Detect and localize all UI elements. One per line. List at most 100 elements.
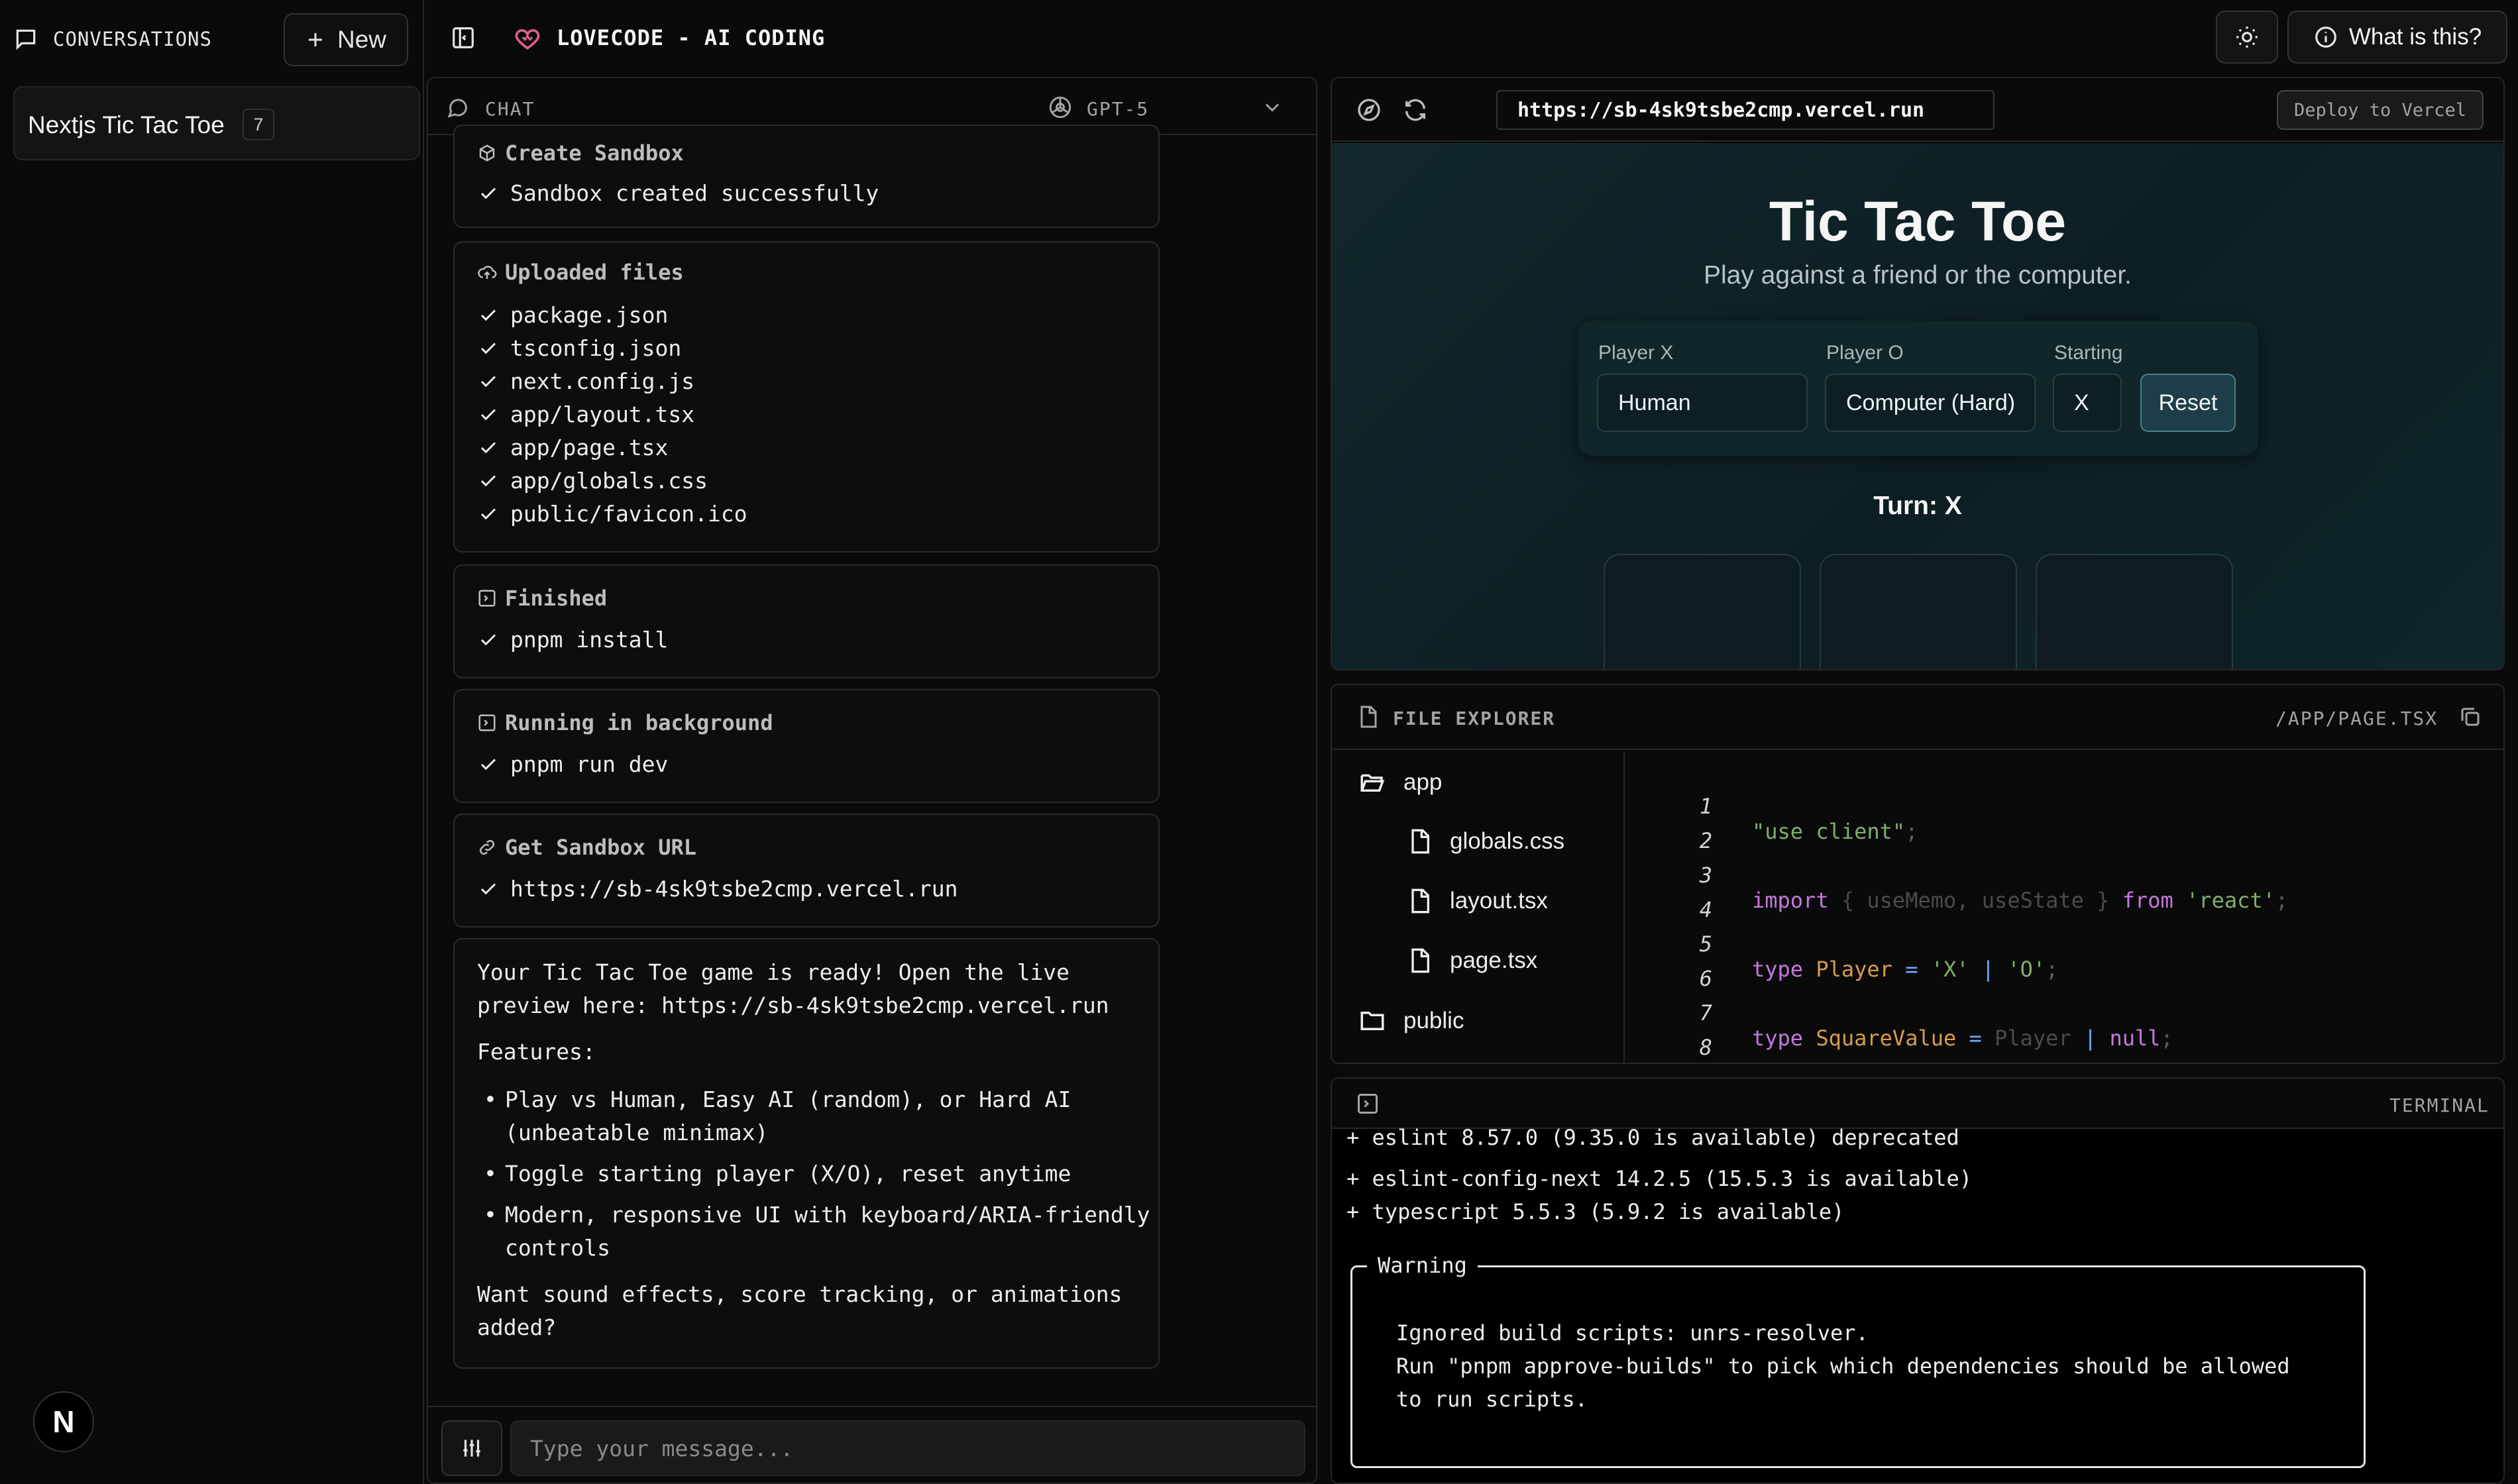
card-line: pnpm install bbox=[510, 627, 669, 653]
tree-file-page[interactable]: page.tsx bbox=[1406, 947, 1537, 974]
file-line: tsconfig.json bbox=[478, 335, 681, 361]
copy-icon[interactable] bbox=[2458, 705, 2482, 729]
tree-folder-app[interactable]: app bbox=[1358, 768, 1442, 796]
check-icon bbox=[478, 438, 498, 458]
board-cell[interactable] bbox=[1820, 554, 2017, 669]
compass-icon[interactable] bbox=[1356, 97, 1382, 123]
tree-item-label: layout.tsx bbox=[1450, 888, 1548, 914]
player-o-select[interactable]: Computer (Hard) bbox=[1825, 374, 2036, 432]
warning-box: Warning Ignored build scripts: unrs-reso… bbox=[1350, 1253, 2366, 1468]
check-icon bbox=[478, 879, 498, 899]
sliders-icon bbox=[459, 1436, 484, 1461]
file-icon bbox=[1406, 947, 1433, 974]
chat-header-label: CHAT bbox=[485, 98, 535, 120]
refresh-icon[interactable] bbox=[1402, 97, 1429, 123]
file-icon bbox=[1406, 888, 1433, 914]
starting-select[interactable]: X bbox=[2053, 374, 2122, 432]
chat-bubble-icon bbox=[13, 26, 38, 52]
player-x-select[interactable]: Human bbox=[1597, 374, 1808, 432]
new-conversation-button[interactable]: New bbox=[284, 13, 408, 66]
heart-logo-icon bbox=[513, 24, 542, 53]
bullet-line: Toggle starting player (X/O), reset anyt… bbox=[505, 1161, 1071, 1187]
model-name[interactable]: GPT-5 bbox=[1087, 98, 1149, 120]
bullet-line: controls bbox=[505, 1235, 610, 1261]
game-controls: Player X Human Player O Computer (Hard) … bbox=[1578, 321, 2258, 456]
terminal-line: + eslint-config-next 14.2.5 (15.5.3 is a… bbox=[1346, 1166, 1973, 1191]
preview-url-field[interactable]: https://sb-4sk9tsbe2cmp.vercel.run bbox=[1496, 90, 1995, 130]
nextjs-logo-button[interactable]: N bbox=[33, 1391, 94, 1452]
reset-button[interactable]: Reset bbox=[2140, 374, 2236, 432]
player-x-label: Player X bbox=[1598, 342, 1674, 364]
tree-folder-public[interactable]: public bbox=[1358, 1007, 1464, 1035]
board-cell[interactable] bbox=[1604, 554, 1801, 669]
bullet-line: Play vs Human, Easy AI (random), or Hard… bbox=[505, 1086, 1071, 1112]
warning-line: Run "pnpm approve-builds" to pick which … bbox=[1396, 1353, 2290, 1379]
sidebar: CONVERSATIONS New Nextjs Tic Tac Toe 7 N bbox=[0, 0, 424, 1484]
code-line: 4 bbox=[1626, 872, 2503, 922]
folder-icon bbox=[1358, 1007, 1386, 1035]
settings-button[interactable] bbox=[441, 1420, 502, 1476]
tree-file-layout[interactable]: layout.tsx bbox=[1406, 888, 1548, 914]
game-title: Tic Tac Toe bbox=[1769, 190, 2067, 252]
cloud-upload-icon bbox=[477, 262, 497, 282]
bullet-dot: • bbox=[484, 1202, 497, 1228]
warning-title: Warning bbox=[1367, 1253, 1478, 1278]
deploy-to-vercel-button[interactable]: Deploy to Vercel bbox=[2277, 90, 2484, 130]
current-file-path: /APP/PAGE.TSX bbox=[2275, 708, 2438, 729]
check-icon bbox=[478, 405, 498, 425]
file-icon bbox=[1406, 828, 1433, 855]
terminal-line: + eslint 8.57.0 (9.35.0 is available) de… bbox=[1346, 1125, 1959, 1150]
check-icon bbox=[478, 630, 498, 650]
code-line: 6 bbox=[1626, 941, 2503, 991]
sidebar-toggle-icon[interactable] bbox=[451, 25, 476, 50]
link-icon bbox=[477, 837, 497, 857]
chat-message-input[interactable] bbox=[510, 1420, 1305, 1476]
sidebar-header: CONVERSATIONS New bbox=[0, 0, 424, 77]
bullet-line: (unbeatable minimax) bbox=[505, 1120, 769, 1145]
tree-file-globals[interactable]: globals.css bbox=[1406, 828, 1564, 855]
file-explorer-panel: FILE EXPLORER /APP/PAGE.TSX app globals.… bbox=[1331, 684, 2505, 1064]
tree-item-label: page.tsx bbox=[1450, 947, 1538, 973]
message-line: added? bbox=[477, 1314, 557, 1340]
preview-panel: https://sb-4sk9tsbe2cmp.vercel.run Deplo… bbox=[1331, 77, 2505, 670]
card-title: Finished bbox=[505, 586, 608, 611]
warning-line: to run scripts. bbox=[1396, 1387, 1588, 1412]
sun-icon bbox=[2234, 25, 2260, 50]
tool-card-create-sandbox: Create Sandbox Sandbox created successfu… bbox=[453, 125, 1160, 228]
check-icon bbox=[478, 504, 498, 524]
card-title: Running in background bbox=[505, 710, 773, 735]
check-icon bbox=[478, 755, 498, 774]
chat-input-bar bbox=[428, 1406, 1316, 1483]
chevron-down-icon[interactable] bbox=[1260, 95, 1284, 119]
bullet-dot: • bbox=[484, 1086, 497, 1112]
board-cell[interactable] bbox=[2036, 554, 2233, 669]
code-line: 5 type Player = 'X' | 'O'; bbox=[1626, 906, 2503, 982]
chat-bubble-icon bbox=[445, 95, 469, 119]
file-tree: app globals.css layout.tsx page.tsx publ… bbox=[1332, 751, 1625, 1063]
conversation-item[interactable]: Nextjs Tic Tac Toe 7 bbox=[13, 86, 420, 160]
theme-toggle-button[interactable] bbox=[2216, 11, 2278, 64]
conversation-title: Nextjs Tic Tac Toe bbox=[28, 111, 225, 138]
folder-open-icon bbox=[1358, 768, 1386, 796]
what-is-this-label: What is this? bbox=[2348, 24, 2482, 50]
card-title: Get Sandbox URL bbox=[505, 835, 696, 860]
file-line: next.config.js bbox=[478, 368, 694, 394]
openai-icon bbox=[1046, 93, 1075, 122]
tool-card-uploaded-files: Uploaded files package.json tsconfig.jso… bbox=[453, 241, 1160, 553]
preview-viewport: Tic Tac Toe Play against a friend or the… bbox=[1332, 143, 2503, 669]
message-line: preview here: https://sb-4sk9tsbe2cmp.ve… bbox=[477, 992, 1109, 1018]
card-line: pnpm run dev bbox=[510, 751, 669, 777]
file-explorer-label: FILE EXPLORER bbox=[1393, 708, 1556, 729]
terminal-panel: TERMINAL + eslint 8.57.0 (9.35.0 is avai… bbox=[1331, 1077, 2505, 1484]
code-line: 7 type SquareValue = Player | null; bbox=[1626, 975, 2503, 1051]
features-label: Features: bbox=[477, 1039, 596, 1065]
terminal-square-icon bbox=[1356, 1092, 1380, 1116]
terminal-line: + typescript 5.5.3 (5.9.2 is available) bbox=[1346, 1199, 1845, 1224]
code-line: 8 bbox=[1626, 1010, 2503, 1060]
tool-card-sandbox-url: Get Sandbox URL https://sb-4sk9tsbe2cmp.… bbox=[453, 814, 1160, 928]
warning-line: Ignored build scripts: unrs-resolver. bbox=[1396, 1320, 1869, 1346]
game-subtitle: Play against a friend or the computer. bbox=[1703, 261, 2132, 290]
plus-icon bbox=[305, 30, 325, 50]
sandbox-url-link[interactable]: https://sb-4sk9tsbe2cmp.vercel.run bbox=[510, 876, 958, 902]
what-is-this-button[interactable]: What is this? bbox=[2287, 11, 2507, 64]
